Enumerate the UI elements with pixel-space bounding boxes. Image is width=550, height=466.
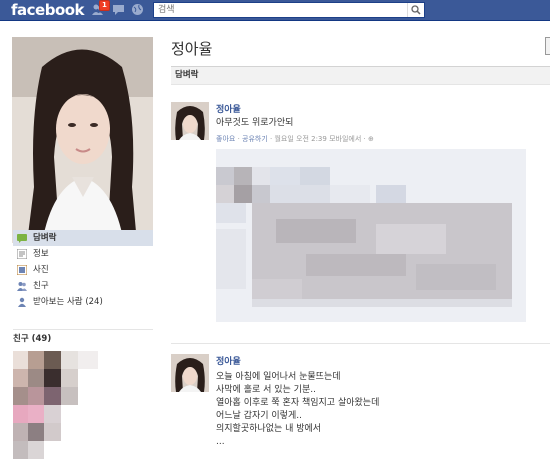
image-block [376,185,406,203]
image-block [252,299,512,307]
facebook-logo[interactable]: facebook [11,1,85,19]
sidebar-item-label: 정보 [33,249,49,259]
search-button[interactable] [407,3,424,17]
image-block [216,167,234,185]
friend-thumb[interactable] [44,351,61,369]
page-title: 정아율 [171,40,213,58]
friend-requests-badge: 1 [99,0,110,11]
image-block [252,167,270,185]
friend-thumb[interactable] [61,369,78,387]
friend-thumb[interactable] [13,405,28,423]
post-timestamp[interactable]: 월요일 오전 2:39 모바일에서 [274,135,361,143]
subscribers-icon [18,297,26,307]
friend-thumb[interactable] [13,387,28,405]
sidebar-item-label: 받아보는 사람 (24) [33,297,103,307]
image-block [306,254,406,276]
image-block [416,264,496,290]
feed-story: 정아율 오늘 아침에 일어나서 눈물뜨는데 사막에 홀로 서 있는 기분.. 열… [171,354,550,459]
photos-icon [17,265,27,275]
profile-nav: 담벼락 정보 사진 친구 받아보는 사람 (24) [13,230,153,310]
friend-thumb[interactable] [28,387,44,405]
post-message-line: 오늘 아침에 일어나서 눈물뜨는데 [216,372,341,382]
post-message: 아무것도 위로가안되 [216,117,293,130]
friends-header[interactable]: 친구 (49) [13,329,153,344]
friend-thumb[interactable] [28,369,44,387]
post-message-line: 열아홉 이후로 쭉 혼자 책임지고 살아왔는데 [216,398,380,408]
friend-thumb[interactable] [44,387,61,405]
feed-story: 정아율 아무것도 위로가안되 좋아요 · 공유하기 · 월요일 오전 2:39 … [171,102,550,332]
info-icon [17,249,27,259]
image-block [330,185,370,203]
profile-picture[interactable] [12,37,153,243]
friends-grid [13,351,103,466]
post-message-line: ... [216,437,225,447]
tab-wall[interactable]: 담벼락 [171,66,550,85]
share-link[interactable]: 공유하기 [242,135,268,143]
sidebar-item-label: 사진 [33,265,49,275]
like-link[interactable]: 좋아요 [216,135,235,143]
top-bar: facebook 1 [0,0,550,21]
friend-thumb[interactable] [13,423,28,441]
sidebar-item-label: 친구 [33,281,49,291]
sidebar-item-friends[interactable]: 친구 [13,278,153,294]
sidebar-item-subscribers[interactable]: 받아보는 사람 (24) [13,294,153,310]
avatar[interactable] [171,354,209,392]
friend-thumb[interactable] [28,405,44,423]
post-author[interactable]: 정아율 [216,354,241,367]
action-button-edge[interactable] [545,37,550,55]
post-author[interactable]: 정아율 [216,102,241,115]
friend-thumb[interactable] [13,369,28,387]
friend-thumb[interactable] [13,351,28,369]
image-block [216,229,246,289]
image-block [216,185,234,203]
globe-privacy-icon: ⊕ [367,135,374,143]
image-block [252,185,270,203]
image-block [234,167,252,185]
post-message-line: 의지할곳하나없는 내 방에서 [216,424,322,434]
search-input[interactable] [154,3,404,17]
image-block [270,167,300,185]
friend-thumb[interactable] [44,369,61,387]
search-box [153,2,425,18]
friend-thumb[interactable] [78,351,98,369]
left-column: 담벼락 정보 사진 친구 받아보는 사람 (24) 친구 (49) [0,21,157,459]
search-icon [411,5,421,15]
friend-thumb[interactable] [44,423,61,441]
image-block [270,185,330,203]
friend-thumb[interactable] [61,387,78,405]
sidebar-item-label: 담벼락 [33,233,57,243]
friends-icon [17,282,27,291]
image-block [300,167,330,185]
friend-thumb[interactable] [28,351,44,369]
post-message-line: 사막에 홀로 서 있는 기분.. [216,385,316,395]
friend-thumb[interactable] [44,405,61,423]
sidebar-item-wall[interactable]: 담벼락 [13,230,153,246]
notifications-globe-icon[interactable] [131,3,144,16]
avatar[interactable] [171,102,209,140]
image-block [216,203,246,223]
sidebar-item-info[interactable]: 정보 [13,246,153,262]
story-divider [171,343,550,344]
friend-thumb[interactable] [61,351,78,369]
post-message: 오늘 아침에 일어나서 눈물뜨는데 사막에 홀로 서 있는 기분.. 열아홉 이… [216,371,379,449]
post-message-line: 어느날 갑자기 이렇게.. [216,411,302,421]
friend-thumb[interactable] [13,441,28,459]
friend-thumb[interactable] [28,423,44,441]
image-block [252,279,302,299]
sidebar-item-photos[interactable]: 사진 [13,262,153,278]
messages-icon[interactable] [112,3,125,16]
image-block [376,224,446,254]
friend-thumb[interactable] [28,441,44,459]
image-block [234,185,252,203]
image-block [276,219,356,243]
post-message-line: 아무것도 위로가안되 [216,118,294,128]
post-meta: 좋아요 · 공유하기 · 월요일 오전 2:39 모바일에서 · ⊕ [216,135,374,143]
attached-image-blurred[interactable] [216,149,526,322]
wall-icon [17,234,27,243]
main-column: 정아율 담벼락 정아율 아무것도 위로가안되 좋아요 · 공유하기 · 월요일 … [157,21,550,459]
